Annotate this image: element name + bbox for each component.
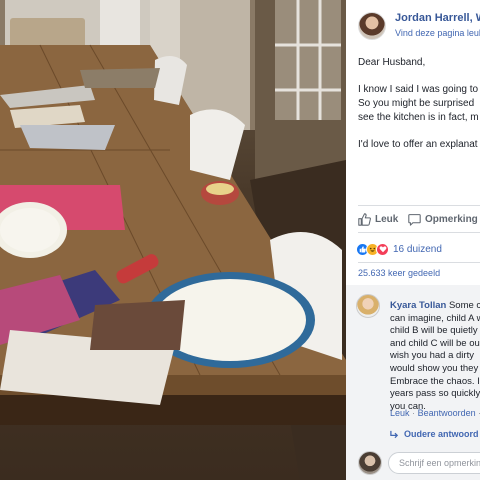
comment-actions: Leuk · Beantwoorden · [390,408,480,418]
divider [358,205,480,206]
letter-line: So you might be surprised [358,98,475,109]
page-avatar[interactable] [358,12,386,40]
reaction-summary[interactable]: 16 duizend [356,241,442,257]
letter-line: I know I said I was going to [358,84,479,95]
comment-like-link[interactable]: Leuk [390,408,410,418]
comment-label: Opmerking pl [425,214,480,225]
comment-input[interactable]: Schrijf een opmerking [388,452,480,474]
share-count[interactable]: 25.633 keer gedeeld [358,268,440,278]
comment-line: Embrace the chaos. I [390,375,480,387]
current-user-avatar [358,451,382,475]
letter-line: I'd love to offer an explanat [358,139,478,150]
letter-greeting: Dear Husband, [358,57,426,68]
comment-author-link[interactable]: Kyara Tollan [390,300,446,311]
post-photo[interactable] [0,0,346,480]
separator: · [412,408,416,418]
comment-button[interactable]: Opmerking pl [408,213,480,226]
comment-line: years pass so quickly [390,388,480,400]
comment-reply-link[interactable]: Beantwoorden [418,408,476,418]
older-replies-label: Oudere antwoord [404,429,479,439]
love-icon [376,242,389,256]
comment-line: wish you had a dirty [390,350,474,362]
comment-icon [408,214,421,226]
comment-line: would show you they [390,362,479,374]
post-side-panel: Jordan Harrell, W Vind deze pagina leuk … [346,0,480,480]
commenter-avatar[interactable] [356,294,380,318]
reply-arrow-icon [390,430,399,438]
comment-line: can imagine, child A w [390,312,480,324]
comments-section: Kyara Tollan Some c can imagine, child A… [346,285,480,480]
like-label: Leuk [375,214,399,225]
comment-first-line: Kyara Tollan Some c [390,300,480,313]
letter-line: see the kitchen is in fact, m [358,112,479,123]
page-name-link[interactable]: Jordan Harrell, W [395,12,480,24]
thumbs-up-icon [358,213,371,226]
post-text: Dear Husband, I know I said I was going … [358,56,480,152]
comment-text-start: Some c [448,300,480,311]
comment-line: and child C will be ou [390,337,480,349]
older-replies-link[interactable]: Oudere antwoord [390,429,479,439]
divider [358,232,480,233]
reaction-count[interactable]: 16 duizend [393,244,442,255]
like-button[interactable]: Leuk [358,213,398,226]
kitchen-table-photo [0,0,346,480]
post-header: Jordan Harrell, W Vind deze pagina leuk [346,0,480,46]
page-like-link[interactable]: Vind deze pagina leuk [395,28,480,38]
divider [358,262,480,263]
post-actions: Leuk Opmerking pl [346,210,480,230]
comment-line: child B will be quietly [390,325,478,337]
comment-body: Kyara Tollan Some c can imagine, child A… [390,300,480,413]
